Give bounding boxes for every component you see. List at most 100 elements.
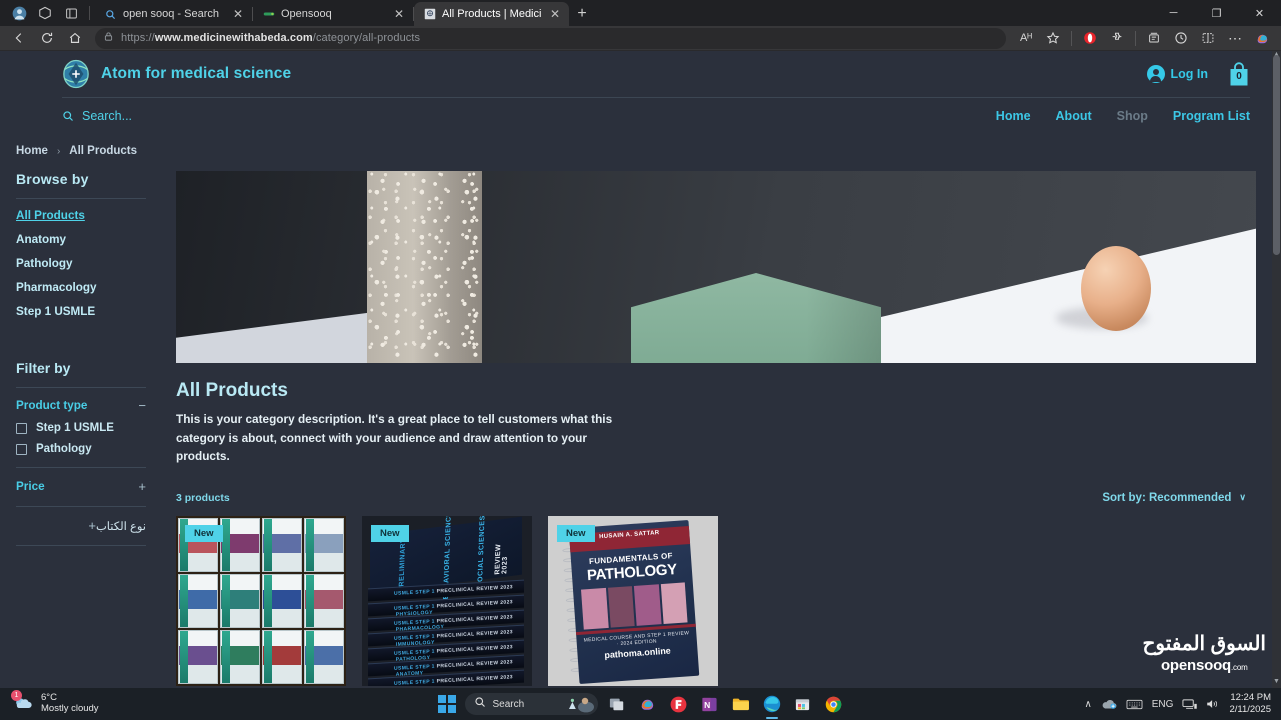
split-pane-icon[interactable] xyxy=(58,0,84,26)
home-icon[interactable] xyxy=(62,27,88,49)
product-card[interactable]: New xyxy=(548,515,718,688)
clock[interactable]: 12:24 PM 2/11/2025 xyxy=(1229,692,1271,717)
close-window-button[interactable]: ✕ xyxy=(1238,0,1281,26)
scrollbar-thumb[interactable] xyxy=(1273,55,1280,255)
plus-icon[interactable]: + xyxy=(88,518,96,533)
product-image[interactable]: New PRELIMINARY BEHAVIORAL SCIENCE SOCIA… xyxy=(362,515,532,686)
add-favorite-icon[interactable] xyxy=(1040,27,1066,49)
product-card[interactable]: New PRELIMINARY BEHAVIORAL SCIENCE SOCIA… xyxy=(362,515,532,688)
maximize-button[interactable]: ❐ xyxy=(1195,0,1238,26)
address-bar[interactable]: https://www.medicinewithabeda.com/catego… xyxy=(95,27,1006,49)
checkbox-icon[interactable] xyxy=(16,443,27,455)
sort-dropdown[interactable]: Sort by: Recommended ∨ xyxy=(1102,492,1246,504)
browser-tab-1[interactable]: open sooq - Search ✕ xyxy=(95,2,252,26)
product-grid: New New PRELIMINARY BEHAVIORAL SCIENCE S… xyxy=(176,515,1256,688)
filter-divider-4 xyxy=(16,545,146,546)
category-description: This is your category description. It's … xyxy=(176,412,613,464)
cart-button[interactable]: 0 xyxy=(1228,61,1250,87)
sidebar-item-pharmacology[interactable]: Pharmacology xyxy=(16,281,176,294)
chrome-icon[interactable] xyxy=(822,692,846,716)
filter-divider-2 xyxy=(16,467,146,468)
system-tray: ∧ ENG 12:24 PM 2/11/2025 xyxy=(1084,692,1281,717)
start-button[interactable] xyxy=(436,693,458,715)
tab-title: All Products | Medicine With Abe xyxy=(442,8,542,20)
file-explorer-icon[interactable] xyxy=(729,692,753,716)
tab-title: open sooq - Search xyxy=(123,8,220,20)
browser-tab-3-active[interactable]: All Products | Medicine With Abe ✕ xyxy=(414,2,569,26)
scroll-down-arrow-icon[interactable]: ▼ xyxy=(1272,678,1281,688)
edge-icon[interactable] xyxy=(760,692,784,719)
filter-group-book-type[interactable]: نوع الكتاب + xyxy=(16,518,146,533)
red-app-icon[interactable] xyxy=(667,692,691,716)
minimize-button[interactable]: ─ xyxy=(1152,0,1195,26)
weather-widget[interactable]: 1 6°C Mostly cloudy xyxy=(0,690,99,715)
minus-icon[interactable]: − xyxy=(138,398,146,413)
search-icon xyxy=(474,695,486,713)
pathoma-histology-photos xyxy=(581,582,688,630)
keyboard-icon[interactable] xyxy=(1126,699,1143,710)
close-tab-icon[interactable]: ✕ xyxy=(392,7,406,21)
copilot-icon[interactable] xyxy=(1249,27,1275,49)
opensooq-favicon-icon xyxy=(262,8,275,21)
split-screen-icon[interactable] xyxy=(1195,27,1221,49)
notification-badge: 1 xyxy=(11,690,22,701)
header-right: Log In 0 xyxy=(1146,61,1251,87)
page-scrollbar[interactable]: ▲ ▼ xyxy=(1272,51,1281,688)
more-options-icon[interactable]: ⋯ xyxy=(1222,27,1248,49)
reload-icon[interactable] xyxy=(34,27,60,49)
chevron-right-icon: › xyxy=(56,145,61,157)
nav-item-home[interactable]: Home xyxy=(996,109,1031,123)
product-card[interactable]: New xyxy=(176,515,346,688)
tray-overflow-icon[interactable]: ∧ xyxy=(1084,699,1091,710)
search-illustration-icon xyxy=(564,695,594,715)
status-badge: New xyxy=(185,524,223,542)
network-icon[interactable] xyxy=(1182,698,1198,710)
product-image[interactable]: New xyxy=(548,515,718,686)
checkbox-icon[interactable] xyxy=(16,422,27,434)
login-label: Log In xyxy=(1170,67,1209,81)
filter-group-price[interactable]: Price + xyxy=(16,479,146,494)
sidebar-item-anatomy[interactable]: Anatomy xyxy=(16,233,176,246)
breadcrumb: Home › All Products xyxy=(0,134,1272,157)
filter-option-pathology[interactable]: Pathology xyxy=(16,443,176,455)
taskbar-search-box[interactable]: Search xyxy=(464,693,598,715)
filter-group-product-type[interactable]: Product type − xyxy=(16,398,146,413)
nav-item-about[interactable]: About xyxy=(1056,109,1092,123)
copilot-icon[interactable] xyxy=(636,692,660,716)
volume-icon[interactable] xyxy=(1206,698,1220,710)
back-icon[interactable] xyxy=(6,27,32,49)
breadcrumb-home[interactable]: Home xyxy=(16,145,48,157)
history-icon[interactable] xyxy=(1168,27,1194,49)
tab-groups-icon[interactable] xyxy=(32,0,58,26)
collections-icon[interactable] xyxy=(1141,27,1167,49)
product-image[interactable]: New xyxy=(176,515,346,686)
close-tab-icon[interactable]: ✕ xyxy=(548,7,562,21)
sidebar-item-step-1-usmle[interactable]: Step 1 USMLE xyxy=(16,305,176,318)
browser-tab-2[interactable]: Opensooq ✕ xyxy=(253,2,413,26)
cart-count: 0 xyxy=(1236,71,1242,82)
login-button[interactable]: Log In xyxy=(1146,65,1209,83)
onenote-icon[interactable]: N xyxy=(698,692,722,716)
extension-puzzle-icon[interactable] xyxy=(1104,27,1130,49)
task-view-icon[interactable] xyxy=(605,692,629,716)
nav-item-program-list[interactable]: Program List xyxy=(1173,109,1250,123)
close-tab-icon[interactable]: ✕ xyxy=(231,7,245,21)
sidebar-item-pathology[interactable]: Pathology xyxy=(16,257,176,270)
read-aloud-icon[interactable]: Aᴴ xyxy=(1013,27,1039,49)
atom-logo-icon[interactable] xyxy=(62,59,90,89)
new-tab-button[interactable]: + xyxy=(569,2,595,26)
status-badge: New xyxy=(371,524,409,542)
microsoft-store-icon[interactable] xyxy=(791,692,815,716)
filter-option-step-1-usmle[interactable]: Step 1 USMLE xyxy=(16,422,176,434)
opera-extension-icon[interactable] xyxy=(1077,27,1103,49)
brand-name[interactable]: Atom for medical science xyxy=(101,65,291,83)
plus-icon[interactable]: + xyxy=(138,479,146,494)
sidebar-item-all-products[interactable]: All Products xyxy=(16,209,176,222)
nav-item-shop[interactable]: Shop xyxy=(1117,109,1148,123)
search-input[interactable]: Search... xyxy=(62,109,132,123)
profile-avatar-icon[interactable] xyxy=(6,0,32,26)
svg-text:N: N xyxy=(704,699,710,709)
language-indicator[interactable]: ENG xyxy=(1152,699,1174,710)
onedrive-icon[interactable] xyxy=(1101,698,1117,710)
website-root: Atom for medical science Log In 0 Search… xyxy=(0,51,1272,688)
